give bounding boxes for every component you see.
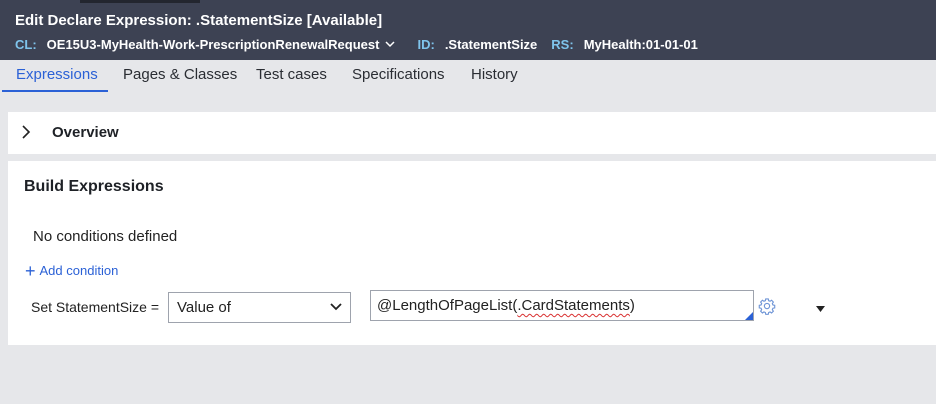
overview-section[interactable]: Overview xyxy=(8,112,936,154)
rs-value: MyHealth:01-01-01 xyxy=(583,37,698,52)
page-title: Edit Declare Expression: .StatementSize … xyxy=(15,12,383,29)
build-expressions-title: Build Expressions xyxy=(24,178,164,195)
tab-expressions[interactable]: Expressions xyxy=(2,60,112,93)
active-tab-indicator xyxy=(2,90,108,92)
top-accent-strip xyxy=(80,0,200,3)
no-conditions-text: No conditions defined xyxy=(33,228,178,245)
gear-icon[interactable] xyxy=(758,297,776,315)
plus-icon: + xyxy=(25,260,36,281)
caret-down-icon[interactable] xyxy=(816,306,825,312)
tab-history[interactable]: History xyxy=(457,60,532,93)
tab-specifications[interactable]: Specifications xyxy=(338,60,459,93)
expression-suffix: ) xyxy=(629,297,635,314)
set-target-label: Set StatementSize = xyxy=(31,299,160,315)
value-mode-selected: Value of xyxy=(177,299,231,316)
add-condition-link[interactable]: + Add condition xyxy=(25,260,119,281)
expression-misspelled: .CardStatements xyxy=(517,297,630,314)
tab-test-cases[interactable]: Test cases xyxy=(242,60,341,93)
build-expressions-section: Build Expressions No conditions defined … xyxy=(8,161,936,345)
id-label: ID: xyxy=(417,37,435,52)
expression-input[interactable]: @LengthOfPageList(.CardStatements) xyxy=(370,290,754,321)
rs-label: RS: xyxy=(551,37,574,52)
cl-value[interactable]: OE15U3-MyHealth-Work-PrescriptionRenewal… xyxy=(47,37,380,52)
tab-bar: Expressions Pages & Classes Test cases S… xyxy=(0,60,936,94)
chevron-down-icon[interactable] xyxy=(385,39,395,49)
id-value: .StatementSize xyxy=(444,37,538,52)
rule-meta: CL: OE15U3-MyHealth-Work-PrescriptionRen… xyxy=(15,37,698,52)
value-mode-select[interactable]: Value of xyxy=(168,292,351,323)
tab-pages-classes[interactable]: Pages & Classes xyxy=(109,60,251,93)
chevron-right-icon[interactable] xyxy=(20,125,32,139)
resize-handle-icon[interactable] xyxy=(745,312,753,320)
overview-label[interactable]: Overview xyxy=(52,124,119,141)
expression-prefix: @LengthOfPageList( xyxy=(377,297,518,314)
header-bar: Edit Declare Expression: .StatementSize … xyxy=(0,0,936,60)
cl-label: CL: xyxy=(15,37,37,52)
chevron-down-icon xyxy=(330,303,342,311)
add-condition-label[interactable]: Add condition xyxy=(40,263,119,278)
